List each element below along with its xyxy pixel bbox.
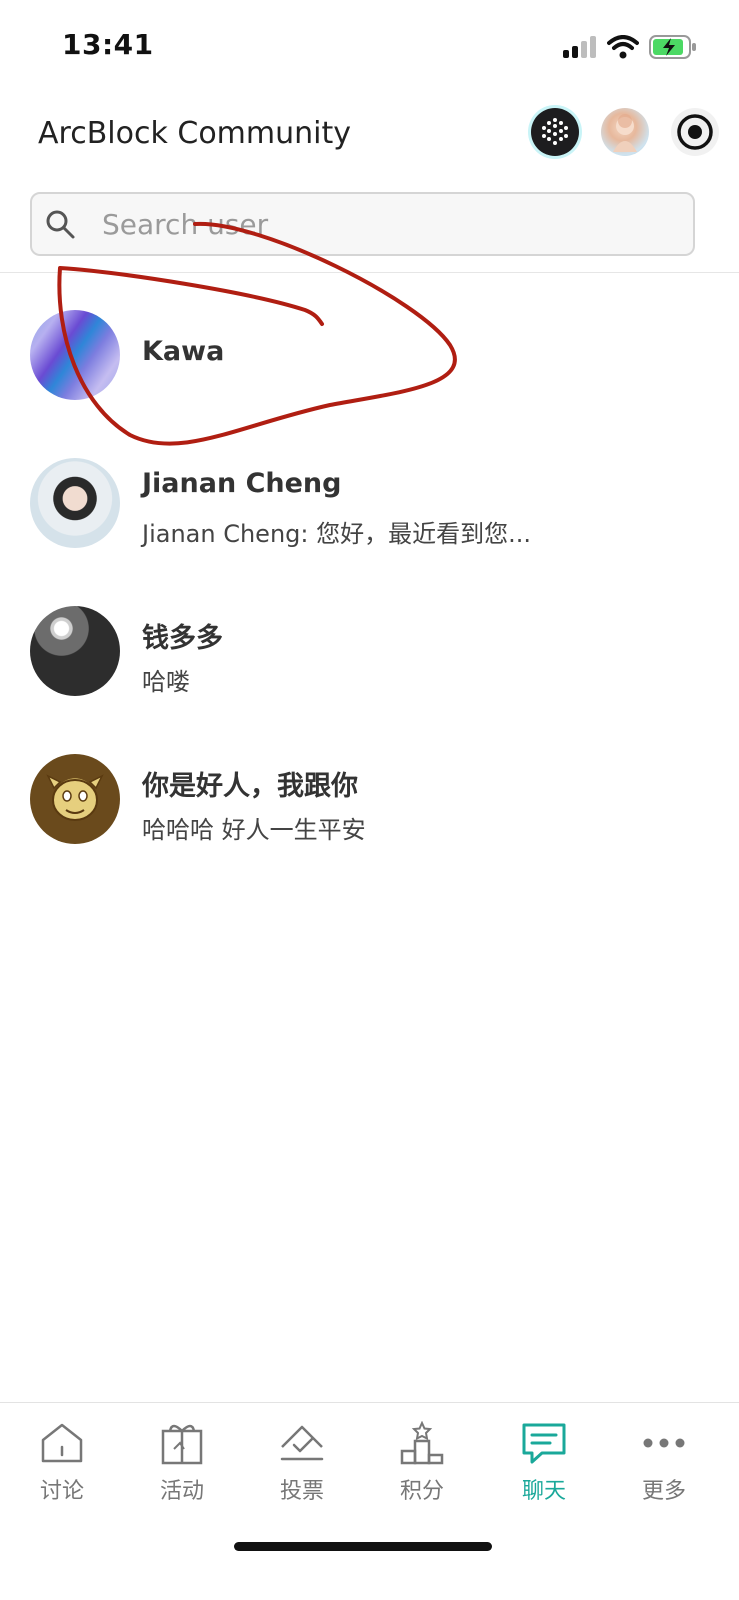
chat-preview: 哈哈哈 好人一生平安	[142, 816, 366, 844]
chat-avatar	[30, 310, 120, 400]
chat-name: Jianan Cheng	[142, 468, 342, 499]
chat-icon	[522, 1423, 566, 1464]
nav-item-more[interactable]: 更多	[604, 1421, 724, 1521]
chat-avatar	[30, 754, 120, 844]
chat-item-qian-duoduo[interactable]: 钱多多 哈喽	[0, 576, 739, 724]
chat-preview: 哈喽	[142, 668, 190, 696]
app-title: ArcBlock Community	[38, 116, 351, 151]
record-icon	[677, 114, 713, 150]
nav-label: 投票	[279, 1479, 324, 1504]
nav-item-events[interactable]: 活动	[122, 1421, 242, 1521]
cartoon-avatar-icon	[46, 774, 104, 821]
chat-item-jianan-cheng[interactable]: Jianan Cheng Jianan Cheng: 您好，最近看到您...	[0, 428, 739, 576]
wifi-icon	[607, 35, 639, 59]
chat-list: Kawa Jianan Cheng Jianan Cheng: 您好，最近看到您…	[0, 280, 739, 872]
chat-preview: Jianan Cheng: 您好，最近看到您...	[142, 520, 531, 548]
nav-item-points[interactable]: 积分	[362, 1421, 482, 1521]
status-bar: 13:41	[0, 0, 739, 92]
home-indicator	[234, 1542, 492, 1551]
nav-item-vote[interactable]: 投票	[242, 1421, 362, 1521]
app-header: ArcBlock Community	[0, 96, 739, 176]
nav-label: 更多	[641, 1479, 686, 1504]
nav-item-chat[interactable]: 聊天	[484, 1421, 604, 1521]
nav-label: 积分	[399, 1479, 444, 1504]
nav-item-discuss[interactable]: 讨论	[2, 1421, 122, 1521]
user-avatar-button[interactable]	[601, 108, 649, 156]
avatar-icon	[613, 114, 637, 152]
header-actions	[531, 108, 719, 156]
search-icon	[46, 210, 75, 239]
chat-item-kawa[interactable]: Kawa	[0, 280, 739, 428]
more-icon	[643, 1438, 685, 1448]
chat-name: 你是好人，我跟你	[142, 771, 358, 802]
status-time: 13:41	[62, 28, 154, 61]
chat-name: 钱多多	[142, 623, 223, 654]
chat-avatar	[30, 606, 120, 696]
chat-item-good-person[interactable]: 你是好人，我跟你 哈哈哈 好人一生平安	[0, 724, 739, 872]
search-divider	[0, 272, 739, 273]
bottom-nav: 讨论 活动 投票 积分 聊天 更多	[0, 1402, 739, 1532]
chat-name: Kawa	[142, 336, 225, 367]
nav-label: 活动	[159, 1479, 204, 1504]
chat-avatar	[30, 458, 120, 548]
search-box	[30, 192, 695, 256]
nav-label: 聊天	[521, 1479, 566, 1504]
battery-charging-icon	[649, 35, 696, 59]
nav-label: 讨论	[39, 1479, 84, 1504]
dot-grid-icon	[542, 118, 568, 145]
search-input[interactable]	[102, 200, 682, 248]
home-icon	[41, 1423, 83, 1463]
record-button[interactable]	[671, 108, 719, 156]
status-icons	[563, 32, 697, 62]
vote-icon	[280, 1425, 324, 1461]
gift-icon	[161, 1424, 203, 1465]
podium-icon	[400, 1421, 444, 1465]
cellular-signal-icon	[563, 36, 596, 58]
apps-button[interactable]	[531, 108, 579, 156]
